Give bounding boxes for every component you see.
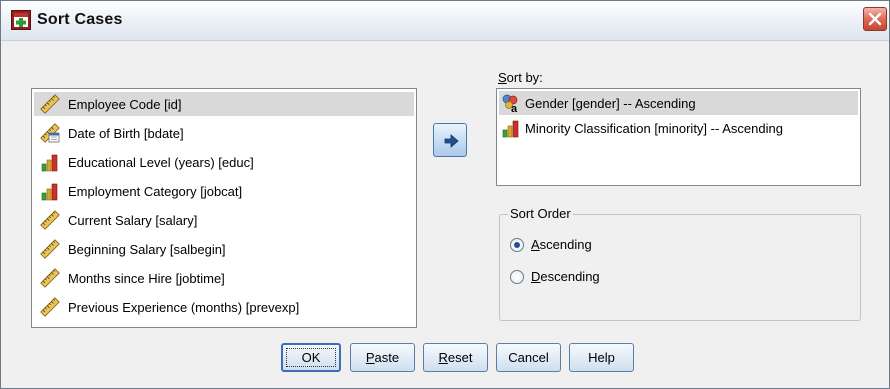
variable-item-label: Employment Category [jobcat] — [68, 183, 243, 199]
nominal-string-icon: a — [501, 93, 521, 115]
ascending-mnemonic: A — [531, 237, 540, 252]
ascending-radio-dot[interactable] — [510, 237, 524, 252]
move-to-sort-by-button[interactable] — [433, 123, 467, 157]
reset-rest: eset — [447, 350, 473, 365]
ascending-radio[interactable]: Ascending — [510, 237, 592, 252]
sort-order-title: Sort Order — [508, 206, 573, 221]
sort-by-label: Sort by: — [498, 70, 543, 85]
help-button[interactable]: Help — [569, 343, 634, 372]
scale-ruler-icon — [40, 239, 60, 259]
date-ruler-icon — [40, 123, 60, 143]
cancel-button[interactable]: Cancel — [496, 343, 561, 372]
sort-cases-dialog: Sort Cases Employee Code [id] Date of Bir… — [0, 0, 890, 389]
descending-label: Descending — [531, 269, 600, 284]
scale-ruler-icon — [40, 297, 60, 317]
ordinal-bar-icon — [40, 181, 60, 201]
paste-label: Paste — [366, 350, 399, 365]
paste-rest: aste — [374, 350, 400, 365]
sort-by-mnemonic: S — [498, 70, 507, 85]
variable-item-label: Previous Experience (months) [prevexp] — [68, 299, 300, 315]
variable-item-label: Educational Level (years) [educ] — [68, 154, 254, 170]
ok-label: OK — [301, 350, 321, 365]
ordinal-bar-icon — [501, 118, 521, 138]
scale-ruler-icon — [40, 210, 60, 230]
sort-by-item[interactable]: Minority Classification [minority] -- As… — [499, 116, 858, 140]
variable-item[interactable]: Educational Level (years) [educ] — [34, 150, 414, 174]
descending-mnemonic: D — [531, 269, 541, 284]
variable-item-label: Beginning Salary [salbegin] — [68, 241, 226, 257]
ascending-label: Ascending — [531, 237, 592, 252]
app-icon — [11, 10, 31, 30]
close-button[interactable] — [863, 7, 887, 31]
variable-item[interactable]: Beginning Salary [salbegin] — [34, 237, 414, 261]
variable-item[interactable]: Employment Category [jobcat] — [34, 179, 414, 203]
scale-ruler-icon — [40, 268, 60, 288]
variable-item[interactable]: Employee Code [id] — [34, 92, 414, 116]
variable-item-label: Date of Birth [bdate] — [68, 125, 184, 141]
window-title: Sort Cases — [37, 11, 123, 28]
sort-by-rest: ort by: — [506, 70, 543, 85]
variable-item[interactable]: Current Salary [salary] — [34, 208, 414, 232]
variable-item[interactable]: Months since Hire [jobtime] — [34, 266, 414, 290]
reset-mnemonic: R — [438, 350, 448, 365]
svg-text:a: a — [511, 103, 518, 113]
descending-radio[interactable]: Descending — [510, 269, 600, 284]
sort-order-group — [499, 214, 861, 321]
variable-item-label: Months since Hire [jobtime] — [68, 270, 225, 286]
scale-ruler-icon — [40, 94, 60, 114]
arrow-right-icon — [444, 134, 459, 148]
paste-mnemonic: P — [365, 350, 375, 365]
variable-item-label: Current Salary [salary] — [68, 212, 198, 228]
ascending-rest: scending — [539, 237, 592, 252]
cancel-label: Cancel — [508, 350, 549, 365]
variables-list[interactable]: Employee Code [id] Date of Birth [bdate] E… — [31, 88, 417, 328]
ordinal-bar-icon — [40, 152, 60, 172]
descending-rest: escending — [540, 269, 600, 284]
title-bar[interactable]: Sort Cases — [1, 1, 889, 41]
descending-radio-dot[interactable] — [510, 269, 524, 284]
variable-item[interactable]: Date of Birth [bdate] — [34, 121, 414, 145]
paste-button[interactable]: Paste — [350, 343, 415, 372]
sort-by-item-label: Minority Classification [minority] -- As… — [525, 120, 783, 136]
reset-button[interactable]: Reset — [423, 343, 488, 372]
reset-label: Reset — [439, 350, 473, 365]
ok-button[interactable]: OK — [281, 343, 341, 372]
variable-item[interactable]: Previous Experience (months) [prevexp] — [34, 295, 414, 319]
sort-by-item[interactable]: a Gender [gender] -- Ascending — [499, 91, 858, 115]
close-icon — [868, 12, 882, 26]
sort-by-item-label: Gender [gender] -- Ascending — [525, 95, 696, 111]
variable-item-label: Employee Code [id] — [68, 96, 182, 112]
help-label: Help — [588, 350, 615, 365]
sort-by-list[interactable]: a Gender [gender] -- Ascending Minority Cl… — [496, 88, 861, 186]
